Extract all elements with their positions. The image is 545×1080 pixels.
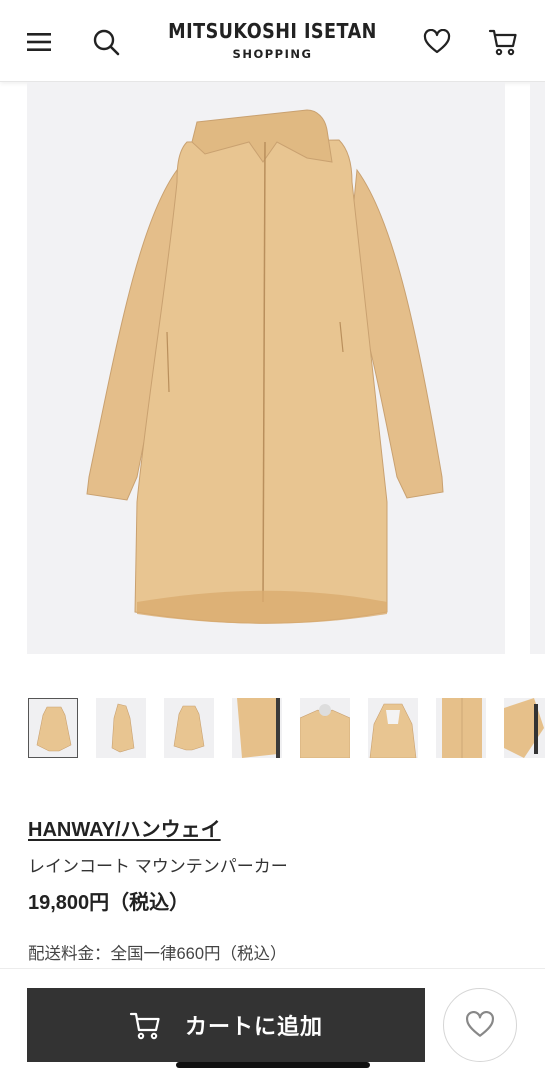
product-price: 19,800円（税込）	[28, 892, 190, 914]
brand-logo[interactable]: MITSUKOSHI ISETAN SHOPPING	[150, 18, 395, 61]
thumbnail-4[interactable]	[232, 698, 282, 758]
home-indicator	[176, 1062, 370, 1068]
shipping-fee: 配送料金：全国一律660円（税込）	[28, 945, 287, 963]
thumbnail-6[interactable]	[368, 698, 418, 758]
thumbnail-8[interactable]	[504, 698, 545, 758]
heart-icon	[423, 29, 451, 54]
thumbnail-strip	[28, 698, 545, 758]
thumbnail-3[interactable]	[164, 698, 214, 758]
brand-link[interactable]: HANWAY/ハンウェイ	[28, 813, 221, 842]
raincoat-image	[86, 109, 444, 624]
add-to-cart-label: カートに追加	[184, 1014, 323, 1039]
cart-icon	[129, 1012, 160, 1040]
thumbnail-7[interactable]	[436, 698, 486, 758]
product-main-image[interactable]	[27, 82, 505, 654]
cart-icon	[488, 29, 517, 56]
thumbnail-1[interactable]	[28, 698, 78, 758]
brand-sub-text: SHOPPING	[232, 47, 313, 61]
add-to-cart-button[interactable]: カートに追加	[27, 988, 425, 1062]
thumbnail-5[interactable]	[300, 698, 350, 758]
search-icon	[93, 29, 120, 56]
add-to-favorites-button[interactable]	[443, 988, 517, 1062]
menu-icon	[27, 33, 51, 51]
thumbnail-2[interactable]	[96, 698, 146, 758]
search-button[interactable]	[88, 24, 124, 60]
brand-main-text: MITSUKOSHI ISETAN	[168, 19, 377, 43]
cart-button[interactable]	[485, 24, 521, 60]
menu-button[interactable]	[21, 24, 57, 60]
next-image-peek[interactable]	[530, 82, 545, 654]
product-name: レインコート マウンテンパーカー	[28, 857, 288, 876]
favorites-button[interactable]	[419, 24, 455, 60]
header: MITSUKOSHI ISETAN SHOPPING	[0, 0, 545, 82]
heart-icon	[466, 1011, 494, 1037]
